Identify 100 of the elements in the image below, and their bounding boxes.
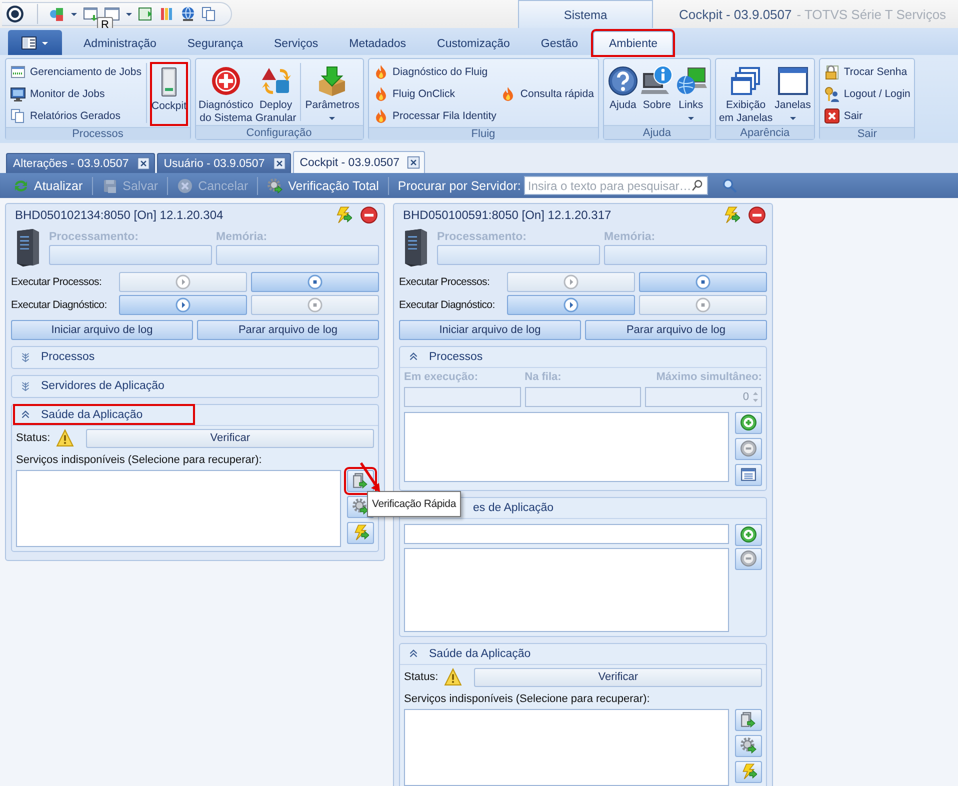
ribbon-button[interactable]: Fluig OnClick	[370, 83, 498, 105]
close-icon[interactable]	[407, 156, 420, 169]
documents-icon[interactable]	[201, 6, 217, 22]
add-button[interactable]	[735, 524, 762, 546]
stop-button[interactable]	[639, 272, 767, 292]
caret-icon[interactable]	[70, 10, 78, 18]
toggle-button[interactable]	[19, 350, 32, 364]
palette-icon[interactable]	[159, 6, 175, 22]
document-tab[interactable]: Alterações - 03.9.0507	[6, 153, 155, 173]
remove-server-button[interactable]	[748, 206, 766, 224]
ribbon-button[interactable]: Cockpit	[150, 62, 188, 126]
run-diagnostic-label: Executar Diagnóstico:	[11, 298, 108, 311]
close-icon[interactable]	[272, 157, 286, 170]
recover-button[interactable]	[347, 522, 374, 544]
add-button[interactable]	[735, 412, 762, 434]
start-button[interactable]	[507, 294, 635, 315]
ribbon-tab[interactable]: Segurança	[172, 31, 258, 55]
ribbon-button[interactable]: Logout / Login	[822, 83, 912, 105]
quick-check-button[interactable]	[722, 206, 740, 224]
toolbar-button[interactable]: Verificação Total	[262, 178, 384, 194]
stop-log-button[interactable]: Parar arquivo de log	[197, 320, 379, 340]
ribbon-tab[interactable]: Serviços	[258, 31, 334, 55]
server-input[interactable]	[404, 524, 729, 544]
start-button[interactable]	[119, 294, 247, 315]
verify-button[interactable]: Verificar	[86, 428, 374, 448]
ribbon-button[interactable]: Sobre	[640, 61, 674, 125]
ribbon-button[interactable]: Consulta rápida	[498, 83, 596, 105]
ribbon-button[interactable]: Processar Fila Identity	[370, 105, 498, 127]
ribbon-dropdown[interactable]: Janelas	[774, 61, 812, 125]
window-icon	[776, 65, 809, 97]
ribbon-button[interactable]: Diagnóstico do Sistema	[198, 61, 254, 125]
ribbon-button[interactable]: Deploy Granular	[254, 61, 298, 125]
recover-button[interactable]	[347, 470, 374, 492]
services-list[interactable]	[404, 708, 729, 786]
stop-icon	[695, 296, 711, 313]
ribbon-tab[interactable]: Administração	[68, 31, 172, 55]
toolbar-button[interactable]: Atualizar	[8, 178, 88, 194]
globe-icon[interactable]	[180, 6, 196, 22]
remove-button[interactable]	[735, 438, 762, 460]
quick-check-button[interactable]	[334, 206, 352, 224]
section-title: Saúde da Aplicação	[41, 408, 143, 421]
user-key-icon	[824, 86, 840, 102]
server-list[interactable]	[404, 548, 729, 632]
ribbon-button[interactable]: Exibição em Janelas	[718, 61, 774, 125]
stop-log-button[interactable]: Parar arquivo de log	[585, 320, 767, 340]
caret-icon[interactable]	[125, 10, 133, 18]
recover-button[interactable]	[735, 734, 762, 757]
verify-button[interactable]: Verificar	[474, 668, 762, 687]
stop-icon	[307, 274, 323, 290]
ribbon-button[interactable]: Relatórios Gerados	[8, 105, 144, 127]
ribbon-button[interactable]: Monitor de Jobs	[8, 83, 144, 105]
caret-icon	[788, 114, 797, 122]
start-button[interactable]	[119, 272, 247, 292]
ribbon-dropdown[interactable]: Links	[674, 61, 708, 125]
exit-icon[interactable]	[138, 6, 154, 22]
ribbon-tab[interactable]: Gestão	[525, 31, 594, 55]
ribbon-button[interactable]: Gerenciamento de Jobs	[8, 61, 144, 83]
server-title: BHD050102134:8050 [On] 12.1.20.304	[15, 208, 224, 222]
start-log-button[interactable]: Iniciar arquivo de log	[11, 320, 193, 340]
play-icon	[175, 296, 191, 313]
group-title: Aparência	[716, 125, 814, 139]
search-label: Procurar por Servidor:	[396, 178, 522, 192]
services-list[interactable]	[16, 470, 341, 547]
app-logo-icon[interactable]	[6, 5, 24, 23]
ribbon-dropdown[interactable]: Parâmetros	[304, 61, 361, 125]
start-button[interactable]	[507, 272, 635, 292]
section-title: Servidores de Aplicação	[41, 380, 164, 392]
start-log-button[interactable]: Iniciar arquivo de log	[399, 320, 581, 340]
recover-button[interactable]	[735, 708, 762, 731]
ribbon-tab[interactable]: Ambiente	[593, 31, 674, 55]
group-title: Configuração	[196, 125, 363, 139]
document-tab[interactable]: Cockpit - 03.9.0507	[292, 151, 426, 173]
remove-server-button[interactable]	[360, 206, 378, 224]
close-icon[interactable]	[136, 157, 150, 170]
toggle-button[interactable]	[19, 380, 32, 393]
play-icon	[175, 274, 191, 290]
remove-icon	[748, 206, 766, 224]
ribbon-button[interactable]: Sair	[822, 105, 912, 127]
document-tab[interactable]: Usuário - 03.9.0507	[156, 153, 291, 173]
search-icon[interactable]	[722, 178, 738, 194]
ribbon-button[interactable]: Trocar Senha	[822, 61, 912, 83]
recover-button[interactable]	[735, 760, 762, 783]
cubes-icon[interactable]	[49, 6, 65, 22]
refresh-icon	[13, 178, 29, 194]
app-menu-button[interactable]	[8, 30, 62, 55]
process-list[interactable]	[404, 412, 729, 482]
remove-button[interactable]	[735, 548, 762, 570]
stop-button[interactable]	[251, 272, 379, 292]
list-button[interactable]	[735, 464, 762, 486]
add-icon	[740, 526, 757, 544]
remove-icon	[360, 206, 378, 224]
globe-icon	[674, 65, 707, 97]
info-icon	[640, 65, 673, 97]
lightning-arrow-icon	[722, 206, 740, 224]
cpu-label: Processamento:	[49, 230, 140, 245]
ribbon-tab[interactable]: Metadados	[334, 31, 422, 55]
ribbon-tab[interactable]: Customização	[422, 31, 526, 55]
server-title: BHD050100591:8050 [On] 12.1.20.317	[403, 208, 612, 222]
ribbon-button[interactable]: Ajuda	[606, 61, 640, 125]
ribbon-button[interactable]: Diagnóstico do Fluig	[370, 61, 498, 83]
